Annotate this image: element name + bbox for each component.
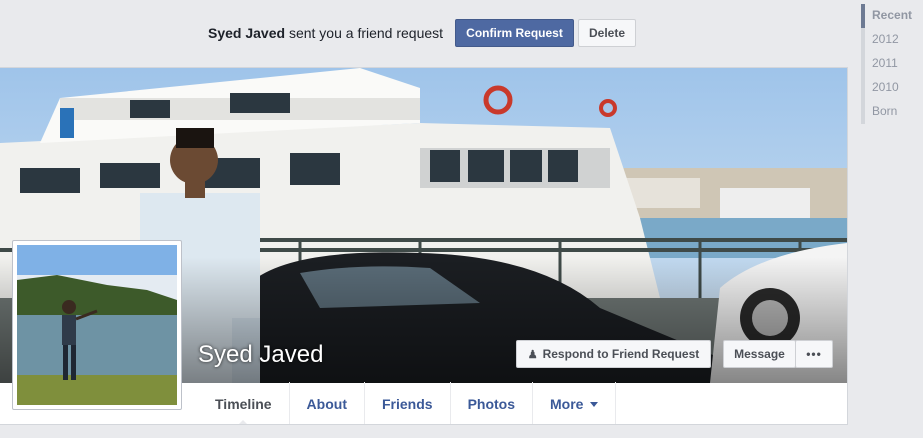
tab-about[interactable]: About bbox=[290, 382, 365, 424]
tab-label: More bbox=[550, 396, 584, 412]
respond-button-label: Respond to Friend Request bbox=[542, 347, 700, 361]
tab-label: Friends bbox=[381, 396, 433, 412]
tab-label: About bbox=[306, 396, 347, 412]
profile-header: Syed Javed ♟ Respond to Friend Request M… bbox=[0, 67, 848, 425]
tab-timeline[interactable]: Timeline bbox=[198, 382, 290, 424]
scrubber-item-born[interactable]: Born bbox=[861, 100, 923, 124]
friend-request-text: Syed Javed sent you a friend request bbox=[208, 24, 443, 42]
scrubber-item-2012[interactable]: 2012 bbox=[861, 28, 923, 52]
request-sender[interactable]: Syed Javed bbox=[208, 25, 285, 41]
add-friend-icon: ♟ bbox=[527, 348, 538, 361]
respond-friend-request-button[interactable]: ♟ Respond to Friend Request bbox=[516, 340, 711, 368]
tab-label: Timeline bbox=[215, 396, 272, 412]
more-options-button[interactable]: ••• bbox=[795, 340, 833, 368]
scrubber-item-2011[interactable]: 2011 bbox=[861, 52, 923, 76]
chevron-down-icon bbox=[590, 401, 599, 407]
scrubber-item-2010[interactable]: 2010 bbox=[861, 76, 923, 100]
message-button[interactable]: Message bbox=[723, 340, 796, 368]
tab-more[interactable]: More bbox=[533, 382, 617, 424]
confirm-request-button[interactable]: Confirm Request bbox=[455, 19, 574, 47]
request-message: sent you a friend request bbox=[288, 25, 444, 41]
scrubber-item-recent[interactable]: Recent bbox=[861, 4, 923, 28]
tab-friends[interactable]: Friends bbox=[365, 382, 451, 424]
delete-request-button[interactable]: Delete bbox=[578, 19, 636, 47]
profile-tabs: Timeline About Friends Photos More bbox=[198, 382, 617, 424]
profile-picture[interactable] bbox=[12, 240, 182, 410]
profile-name[interactable]: Syed Javed bbox=[198, 341, 323, 369]
profile-picture-image bbox=[17, 245, 177, 405]
timeline-scrubber: Recent 2012 2011 2010 Born bbox=[861, 4, 923, 124]
tab-photos[interactable]: Photos bbox=[451, 382, 534, 424]
tab-label: Photos bbox=[467, 396, 516, 412]
